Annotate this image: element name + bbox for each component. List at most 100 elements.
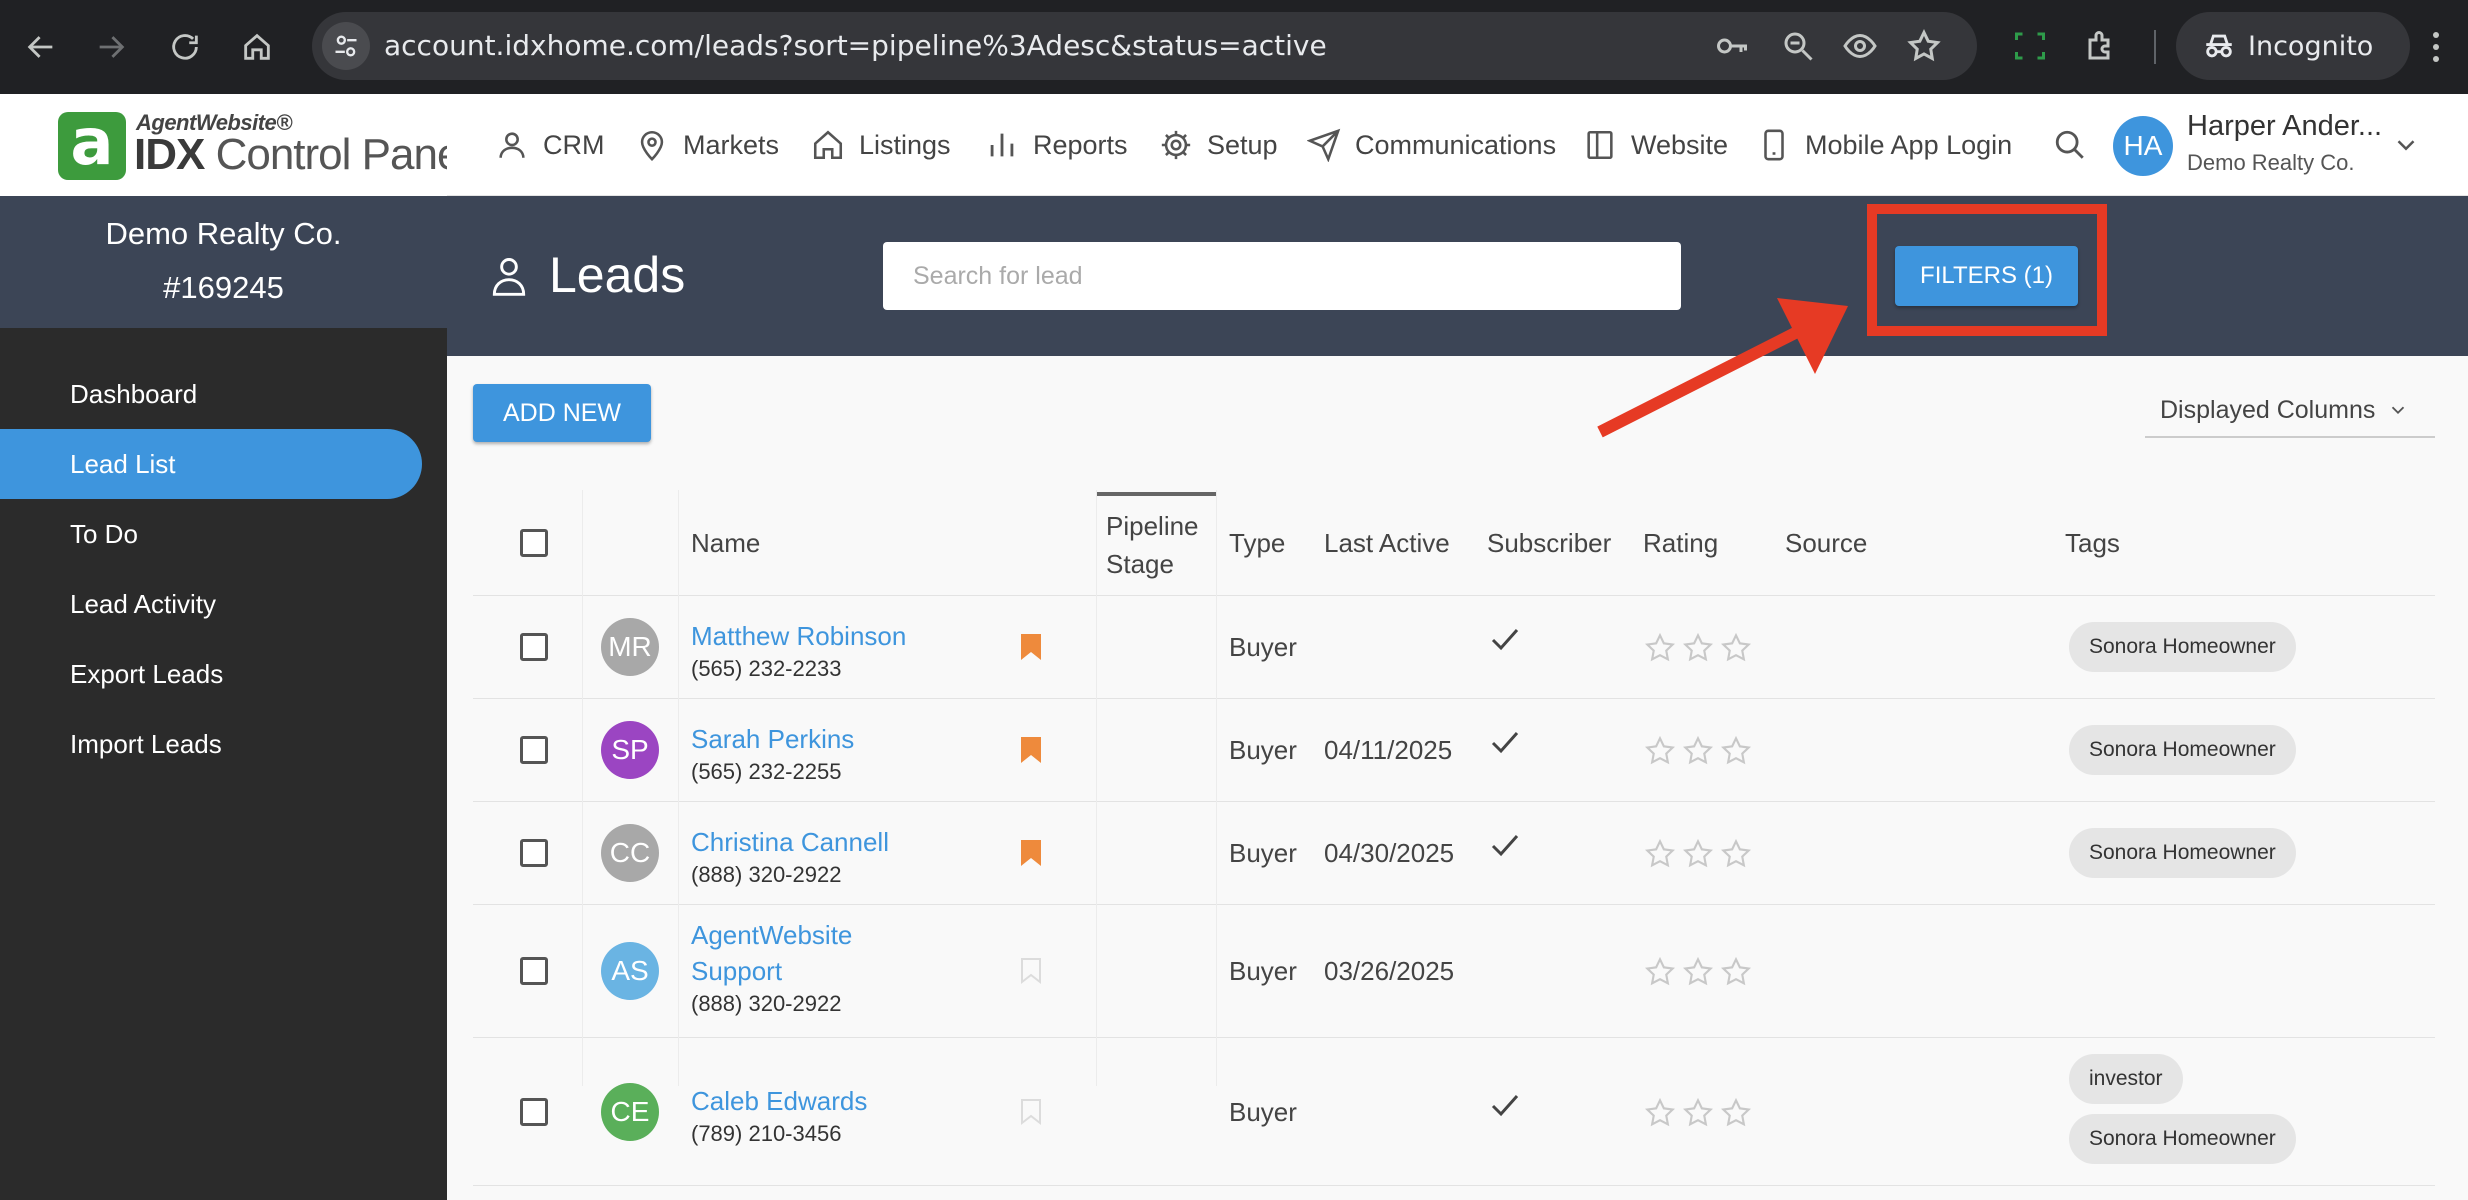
nav-listings[interactable]: Listings xyxy=(811,94,951,196)
person-icon xyxy=(492,258,526,296)
nav-reports[interactable]: Reports xyxy=(985,94,1128,196)
star-outline-icon[interactable] xyxy=(1682,735,1714,767)
table-row[interactable]: SP Sarah Perkins (565) 232-2255 Buyer 04… xyxy=(473,699,2435,802)
sidebar-item-import-leads[interactable]: Import Leads xyxy=(0,709,422,779)
displayed-columns-dropdown[interactable]: Displayed Columns xyxy=(2145,384,2435,438)
nav-setup[interactable]: Setup xyxy=(1159,94,1278,196)
sidebar-item-dashboard[interactable]: Dashboard xyxy=(0,359,422,429)
star-outline-icon[interactable] xyxy=(1644,735,1676,767)
tag-chip[interactable]: Sonora Homeowner xyxy=(2069,828,2296,878)
sidebar-item-export-leads[interactable]: Export Leads xyxy=(0,639,422,709)
incognito-indicator[interactable]: Incognito xyxy=(2176,12,2410,80)
reload-icon xyxy=(172,34,198,60)
row-checkbox[interactable] xyxy=(520,633,548,661)
rating-stars[interactable] xyxy=(1644,735,1752,767)
column-header-rating[interactable]: Rating xyxy=(1643,490,1718,596)
column-header-tags[interactable]: Tags xyxy=(2065,490,2120,596)
tag-chip[interactable]: Sonora Homeowner xyxy=(2069,622,2296,672)
extensions-icon[interactable] xyxy=(2084,28,2120,64)
table-row[interactable]: CE Caleb Edwards (789) 210-3456 Buyer in… xyxy=(473,1038,2435,1186)
tag-chip[interactable]: Sonora Homeowner xyxy=(2069,725,2296,775)
column-header-type[interactable]: Type xyxy=(1229,490,1285,596)
row-checkbox[interactable] xyxy=(520,957,548,985)
screen-capture-icon[interactable] xyxy=(2012,28,2048,64)
account-name: Demo Realty Co. xyxy=(105,216,342,251)
forward-button[interactable] xyxy=(86,22,136,72)
logo[interactable]: a AgentWebsite® IDX Control Panel xyxy=(0,94,470,196)
star-bookmark-icon[interactable] xyxy=(1906,28,1942,64)
star-outline-icon[interactable] xyxy=(1644,1097,1676,1129)
star-outline-icon[interactable] xyxy=(1644,956,1676,988)
table-header: Name Pipeline Stage Type Last Active Subs… xyxy=(473,490,2435,596)
column-header-pipeline-stage[interactable]: Pipeline Stage xyxy=(1096,492,1216,594)
sidebar-item-lead-activity[interactable]: Lead Activity xyxy=(0,569,422,639)
rating-stars[interactable] xyxy=(1644,956,1752,988)
row-checkbox[interactable] xyxy=(520,839,548,867)
user-name[interactable]: Harper Ander... xyxy=(2187,110,2382,143)
star-outline-icon[interactable] xyxy=(1644,838,1676,870)
key-icon[interactable] xyxy=(1714,28,1750,64)
add-new-button[interactable]: ADD NEW xyxy=(473,384,651,442)
nav-markets[interactable]: Markets xyxy=(635,94,779,196)
rating-stars[interactable] xyxy=(1644,632,1752,664)
lead-search-input[interactable] xyxy=(883,242,1681,310)
user-avatar[interactable]: HA xyxy=(2113,116,2173,176)
star-outline-icon[interactable] xyxy=(1720,632,1752,664)
star-outline-icon[interactable] xyxy=(1682,838,1714,870)
nav-website[interactable]: Website xyxy=(1583,94,1728,196)
user-icon xyxy=(499,132,525,158)
nav-communications[interactable]: Communications xyxy=(1307,94,1556,196)
lead-name-link[interactable]: AgentWebsite Support xyxy=(691,917,852,989)
sidebar-item-to-do[interactable]: To Do xyxy=(0,499,422,569)
chevron-down-icon[interactable] xyxy=(2391,130,2421,160)
rating-stars[interactable] xyxy=(1644,838,1752,870)
star-outline-icon[interactable] xyxy=(1682,632,1714,664)
nav-search-button[interactable] xyxy=(2053,94,2087,196)
site-info-button[interactable] xyxy=(322,22,370,70)
home-button[interactable] xyxy=(232,22,282,72)
lead-name-link[interactable]: Caleb Edwards xyxy=(691,1083,867,1119)
star-outline-icon[interactable] xyxy=(1720,1097,1752,1129)
select-all-checkbox[interactable] xyxy=(520,529,548,557)
row-checkbox[interactable] xyxy=(520,1098,548,1126)
column-header-subscriber[interactable]: Subscriber xyxy=(1487,490,1611,596)
layout-icon xyxy=(1587,130,1613,160)
bookmark-outline-icon[interactable] xyxy=(1019,956,1043,986)
table-row[interactable]: MR Matthew Robinson (565) 232-2233 Buyer… xyxy=(473,596,2435,699)
bookmark-filled-icon[interactable] xyxy=(1019,838,1043,868)
address-bar[interactable]: account.idxhome.com/leads?sort=pipeline%… xyxy=(312,12,1977,80)
lead-name-link[interactable]: Sarah Perkins xyxy=(691,721,854,757)
table-row[interactable]: AS AgentWebsite Support (888) 320-2922 Bu… xyxy=(473,905,2435,1038)
lead-name-link[interactable]: Christina Cannell xyxy=(691,824,889,860)
tag-chip[interactable]: investor xyxy=(2069,1054,2183,1104)
nav-crm-label: CRM xyxy=(543,129,605,160)
back-button[interactable] xyxy=(16,22,66,72)
column-header-last-active[interactable]: Last Active xyxy=(1324,490,1450,596)
star-outline-icon[interactable] xyxy=(1720,735,1752,767)
nav-crm[interactable]: CRM xyxy=(495,94,605,196)
star-outline-icon[interactable] xyxy=(1682,956,1714,988)
bookmark-filled-icon[interactable] xyxy=(1019,735,1043,765)
home-icon xyxy=(813,130,843,160)
column-header-name[interactable]: Name xyxy=(691,490,760,596)
star-outline-icon[interactable] xyxy=(1720,956,1752,988)
reload-button[interactable] xyxy=(160,22,210,72)
lead-last-active: 04/30/2025 xyxy=(1324,838,1455,868)
star-outline-icon[interactable] xyxy=(1644,632,1676,664)
bookmark-outline-icon[interactable] xyxy=(1019,1097,1043,1127)
nav-mobile-app-login[interactable]: Mobile App Login xyxy=(1757,94,2012,196)
eye-icon[interactable] xyxy=(1842,28,1878,64)
tag-chip[interactable]: Sonora Homeowner xyxy=(2069,1114,2296,1164)
column-header-source[interactable]: Source xyxy=(1785,490,1867,596)
lead-name-link[interactable]: Matthew Robinson xyxy=(691,618,906,654)
row-checkbox[interactable] xyxy=(520,736,548,764)
sidebar-item-lead-list[interactable]: Lead List xyxy=(0,429,422,499)
browser-menu-button[interactable] xyxy=(2416,22,2456,72)
star-outline-icon[interactable] xyxy=(1720,838,1752,870)
star-outline-icon[interactable] xyxy=(1682,1097,1714,1129)
bookmark-filled-icon[interactable] xyxy=(1019,632,1043,662)
rating-stars[interactable] xyxy=(1644,1097,1752,1129)
avatar: CE xyxy=(601,1083,659,1141)
table-row[interactable]: CC Christina Cannell (888) 320-2922 Buye… xyxy=(473,802,2435,905)
zoom-icon[interactable] xyxy=(1780,28,1816,64)
